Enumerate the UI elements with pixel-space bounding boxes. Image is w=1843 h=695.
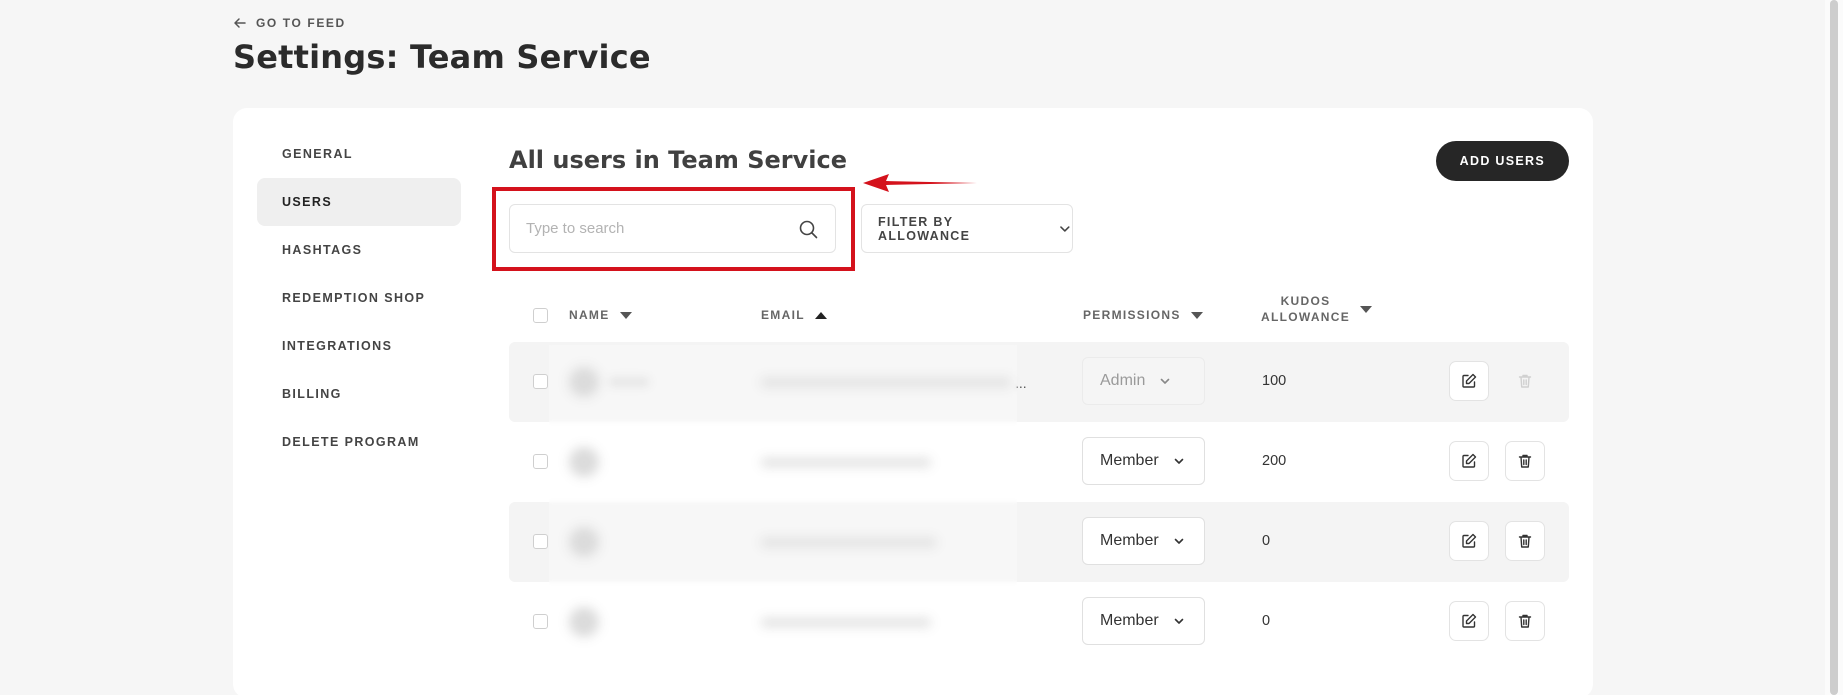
- row-checkbox[interactable]: [533, 534, 548, 549]
- permission-value: Member: [1100, 452, 1159, 469]
- edit-user-button[interactable]: [1449, 601, 1489, 641]
- kudos-allowance-value: 0: [1262, 533, 1271, 549]
- add-users-button[interactable]: ADD USERS: [1435, 141, 1569, 181]
- select-all-checkbox[interactable]: [533, 308, 548, 323]
- user-email-redacted: [761, 378, 1011, 387]
- user-name-redacted: [609, 378, 649, 386]
- user-email-redacted: [761, 538, 936, 547]
- trash-icon: [1518, 374, 1532, 388]
- users-panel: All users in Team Service ADD USERS FILT…: [492, 108, 1593, 695]
- user-email-redacted: [761, 618, 931, 627]
- sidebar-item-delete-program[interactable]: DELETE PROGRAM: [257, 418, 461, 466]
- sidebar-item-general[interactable]: GENERAL: [257, 130, 461, 178]
- sidebar-item-redemption-shop[interactable]: REDEMPTION SHOP: [257, 274, 461, 322]
- filter-label: FILTER BY ALLOWANCE: [878, 214, 971, 243]
- section-title: All users in Team Service: [509, 146, 847, 174]
- row-checkbox[interactable]: [533, 614, 548, 629]
- avatar: [569, 447, 599, 477]
- sidebar-item-integrations[interactable]: INTEGRATIONS: [257, 322, 461, 370]
- edit-icon: [1462, 373, 1477, 388]
- sidebar-item-hashtags[interactable]: HASHTAGS: [257, 226, 461, 274]
- edit-user-button[interactable]: [1449, 361, 1489, 401]
- trash-icon: [1518, 534, 1532, 548]
- arrow-left-icon: [234, 18, 246, 28]
- sort-down-icon: [619, 311, 632, 319]
- kudos-allowance-value: 200: [1262, 453, 1287, 469]
- chevron-down-icon: [1174, 538, 1183, 544]
- sidebar-item-users[interactable]: USERS: [257, 178, 461, 226]
- annotation-arrow-icon: [863, 174, 977, 192]
- permission-select: Admin: [1082, 357, 1205, 405]
- delete-user-button[interactable]: [1505, 601, 1545, 641]
- permission-value: Member: [1100, 612, 1159, 629]
- avatar: [569, 367, 599, 397]
- column-name[interactable]: NAME: [569, 308, 632, 322]
- user-email-redacted: [761, 458, 931, 467]
- column-kudos-label: KUDOS ALLOWANCE: [1261, 293, 1350, 325]
- delete-user-button[interactable]: [1505, 521, 1545, 561]
- email-truncation: ...: [1015, 375, 1027, 391]
- edit-icon: [1462, 533, 1477, 548]
- permission-select[interactable]: Member: [1082, 517, 1205, 565]
- permission-value: Member: [1100, 532, 1159, 549]
- sort-up-icon: [814, 311, 827, 319]
- table-row: Member 200: [509, 422, 1569, 502]
- row-checkbox[interactable]: [533, 374, 548, 389]
- edit-user-button[interactable]: [1449, 441, 1489, 481]
- table-row: Member 0: [509, 502, 1569, 582]
- column-email[interactable]: EMAIL: [761, 308, 827, 322]
- column-kudos-allowance[interactable]: KUDOS ALLOWANCE: [1261, 293, 1373, 325]
- search-field: [509, 204, 836, 253]
- column-name-label: NAME: [569, 308, 610, 322]
- go-to-feed-link[interactable]: GO TO FEED: [233, 16, 346, 30]
- column-kudos-line2: ALLOWANCE: [1261, 310, 1351, 324]
- filter-by-allowance-dropdown[interactable]: FILTER BY ALLOWANCE: [861, 204, 1073, 253]
- edit-icon: [1462, 613, 1477, 628]
- column-kudos-line1: KUDOS: [1280, 294, 1331, 308]
- table-row: Member 0: [509, 582, 1569, 662]
- column-permissions-label: PERMISSIONS: [1083, 308, 1181, 322]
- permission-select[interactable]: Member: [1082, 597, 1205, 645]
- sidebar-item-billing[interactable]: BILLING: [257, 370, 461, 418]
- sort-down-icon: [1190, 311, 1203, 319]
- scrollbar-thumb[interactable]: [1830, 0, 1838, 695]
- go-to-feed-label: GO TO FEED: [256, 16, 346, 30]
- sort-down-icon: [1360, 305, 1373, 313]
- chevron-down-icon: [1161, 378, 1170, 384]
- row-checkbox[interactable]: [533, 454, 548, 469]
- search-input[interactable]: [526, 220, 797, 237]
- chevron-down-icon: [1060, 225, 1070, 232]
- table-header: NAME EMAIL PERMISSIONS KUDOS ALLOWANCE: [509, 288, 1569, 342]
- avatar: [569, 527, 599, 557]
- column-email-label: EMAIL: [761, 308, 805, 322]
- settings-sidebar: GENERAL USERS HASHTAGS REDEMPTION SHOP I…: [257, 130, 461, 466]
- kudos-allowance-value: 100: [1262, 373, 1287, 389]
- delete-user-button: [1505, 361, 1545, 401]
- settings-card: GENERAL USERS HASHTAGS REDEMPTION SHOP I…: [233, 108, 1593, 695]
- search-icon[interactable]: [797, 218, 819, 240]
- column-permissions[interactable]: PERMISSIONS: [1083, 308, 1203, 322]
- permission-select[interactable]: Member: [1082, 437, 1205, 485]
- delete-user-button[interactable]: [1505, 441, 1545, 481]
- chevron-down-icon: [1174, 618, 1183, 624]
- chevron-down-icon: [1174, 458, 1183, 464]
- permission-value: Admin: [1100, 372, 1146, 389]
- page-title: Settings: Team Service: [233, 38, 651, 76]
- kudos-allowance-value: 0: [1262, 613, 1271, 629]
- edit-icon: [1462, 453, 1477, 468]
- table-row: ... Admin 100: [509, 342, 1569, 422]
- avatar: [569, 607, 599, 637]
- trash-icon: [1518, 454, 1532, 468]
- trash-icon: [1518, 614, 1532, 628]
- edit-user-button[interactable]: [1449, 521, 1489, 561]
